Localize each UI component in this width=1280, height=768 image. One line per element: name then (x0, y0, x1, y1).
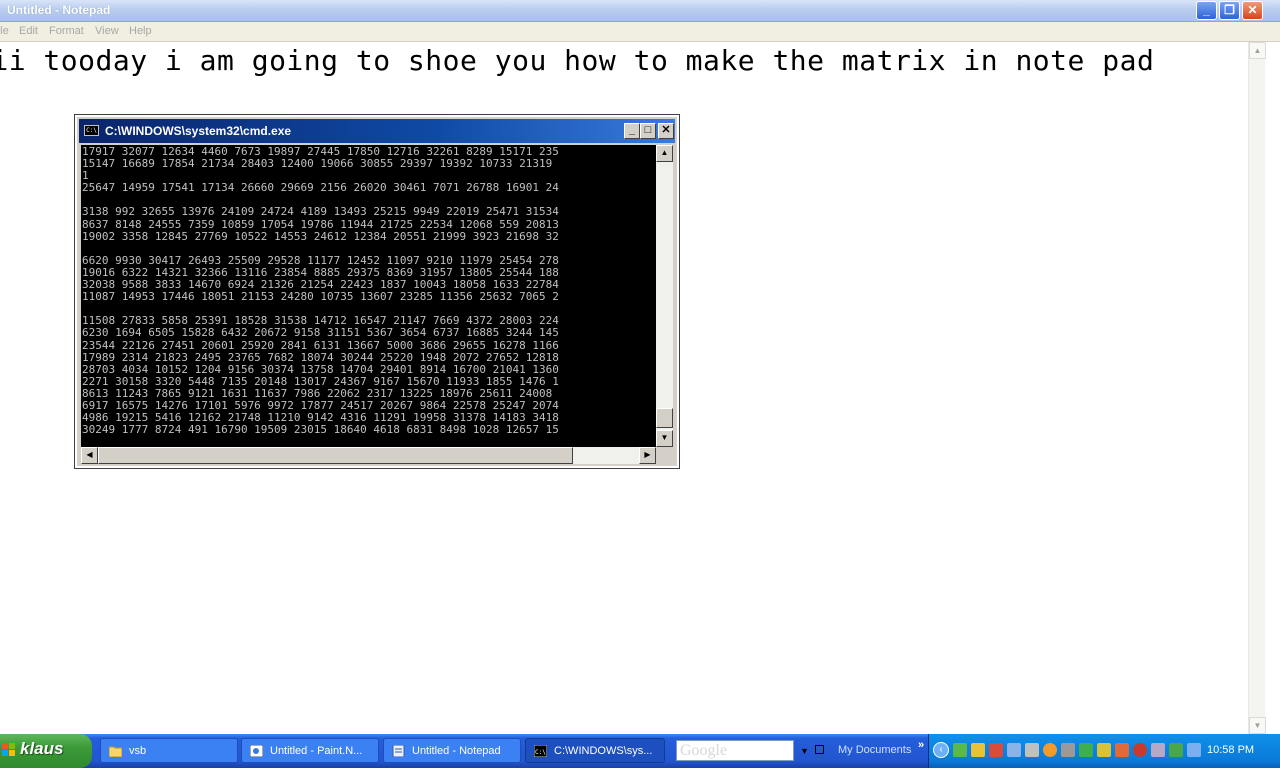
resize-grip-icon[interactable] (656, 447, 673, 464)
console-line: 23544 22126 27451 20601 25920 2841 6131 … (82, 338, 559, 352)
console-line: 6230 1694 6505 15828 6432 20672 9158 311… (82, 326, 559, 340)
cmd-icon: C:\ (534, 745, 547, 757)
console-line: 8637 8148 24555 7359 10859 17054 19786 1… (82, 217, 559, 231)
menu-file[interactable]: File (0, 25, 9, 37)
system-tray: ‹ 10:58 PM (928, 734, 1280, 768)
cmd-console-output[interactable]: 17917 32077 12634 4460 7673 19897 27445 … (81, 145, 656, 447)
show-hidden-icons-icon[interactable]: ‹ (933, 742, 949, 758)
menu-edit[interactable]: Edit (19, 25, 38, 37)
console-line: 19002 3358 12845 27769 10522 14553 24612… (82, 229, 559, 243)
notepad-close-button[interactable]: ✕ (1242, 1, 1263, 20)
chevron-right-icon[interactable]: » (918, 739, 924, 751)
notepad-maximize-button[interactable]: ❐ (1219, 1, 1240, 20)
tray-app-icon[interactable] (1079, 743, 1093, 757)
tray-app-icon[interactable] (1169, 743, 1183, 757)
scroll-thumb[interactable] (656, 408, 673, 428)
cmd-close-button[interactable]: ✕ (658, 123, 674, 139)
taskbar-button-notepad[interactable]: Untitled - Notepad (383, 738, 521, 763)
notepad-titlebar[interactable]: Untitled - Notepad _ ❐ ✕ (0, 0, 1280, 22)
cmd-window: C:\ C:\WINDOWS\system32\cmd.exe _ □ ✕ 17… (74, 114, 680, 469)
taskbar-button-cmd[interactable]: C:\ C:\WINDOWS\sys... (525, 738, 665, 763)
tray-app-icon[interactable] (971, 743, 985, 757)
console-lines: 17917 32077 12634 4460 7673 19897 27445 … (82, 145, 559, 437)
console-line: 11087 14953 17446 18051 21153 24280 1073… (82, 290, 559, 304)
notepad-vertical-scrollbar[interactable]: ▲ ▼ (1248, 42, 1266, 734)
tray-app-icon[interactable] (1043, 743, 1057, 757)
toolbar-restore-icon[interactable] (815, 745, 824, 754)
my-documents-toolbar[interactable]: My Documents (838, 744, 911, 756)
console-line: 17989 2314 21823 2495 23765 7682 18074 3… (82, 350, 559, 364)
clock[interactable]: 10:58 PM (1207, 744, 1254, 756)
tray-app-icon[interactable] (953, 743, 967, 757)
paint-icon (250, 745, 263, 757)
windows-logo-icon (2, 743, 15, 756)
menu-format[interactable]: Format (49, 25, 84, 37)
tray-app-icon[interactable] (1097, 743, 1111, 757)
menu-view[interactable]: View (95, 25, 119, 37)
notepad-minimize-button[interactable]: _ (1196, 1, 1217, 20)
tray-network-icon[interactable] (1007, 743, 1021, 757)
console-line: 25647 14959 17541 17134 26660 29669 2156… (82, 181, 559, 195)
tray-app-icon[interactable] (1151, 743, 1165, 757)
scroll-down-icon[interactable]: ▼ (1249, 717, 1266, 734)
taskbar-button-paint[interactable]: Untitled - Paint.N... (241, 738, 379, 763)
taskbar: klaus vsb Untitled - Paint.N... Untitled… (0, 734, 1280, 768)
tray-app-icon[interactable] (1133, 743, 1147, 757)
scroll-thumb[interactable] (98, 447, 573, 464)
console-line: 28703 4034 10152 1204 9156 30374 13758 1… (82, 362, 559, 376)
taskbar-button-label: C:\WINDOWS\sys... (554, 745, 653, 757)
scroll-right-icon[interactable]: ▶ (639, 447, 656, 464)
scroll-down-icon[interactable]: ▼ (656, 430, 673, 447)
cmd-minimize-button[interactable]: _ (624, 123, 640, 139)
svg-text:C:\: C:\ (535, 749, 546, 756)
scroll-left-icon[interactable]: ◀ (81, 447, 98, 464)
cmd-title: C:\WINDOWS\system32\cmd.exe (105, 124, 292, 138)
tray-app-icon[interactable] (1115, 743, 1129, 757)
cmd-icon: C:\ (84, 125, 99, 136)
folder-icon (109, 746, 122, 757)
dropdown-arrow-icon[interactable]: ▼ (800, 746, 809, 756)
cmd-titlebar[interactable]: C:\ C:\WINDOWS\system32\cmd.exe _ □ ✕ (79, 119, 675, 143)
notepad-content: hii tooday i am going to shoe you how to… (0, 44, 1155, 77)
volume-icon[interactable] (1187, 743, 1201, 757)
notepad-menubar: File Edit Format View Help (0, 22, 1280, 42)
menu-help[interactable]: Help (129, 25, 152, 37)
scroll-up-icon[interactable]: ▲ (656, 145, 673, 162)
taskbar-button-label: vsb (129, 745, 147, 757)
notepad-title: Untitled - Notepad (7, 3, 111, 17)
console-line: 3138 992 32655 13976 24109 24724 4189 13… (82, 205, 559, 219)
cmd-vertical-scrollbar[interactable]: ▲ ▼ (656, 145, 673, 447)
google-search-input[interactable]: Google (676, 740, 794, 761)
start-label: klaus (20, 739, 64, 758)
scroll-up-icon[interactable]: ▲ (1249, 42, 1266, 59)
cmd-maximize-button[interactable]: □ (640, 123, 656, 139)
taskbar-button-label: Untitled - Notepad (412, 745, 501, 757)
tray-app-icon[interactable] (1061, 743, 1075, 757)
console-line: 15147 16689 17854 21734 28403 12400 1906… (82, 157, 553, 171)
cmd-horizontal-scrollbar[interactable]: ◀ ▶ (81, 447, 656, 464)
console-line: 30249 1777 8724 491 16790 19509 23015 18… (82, 423, 559, 437)
notepad-icon (392, 745, 405, 757)
search-placeholder: Google (680, 742, 728, 759)
start-button[interactable]: klaus (0, 734, 92, 768)
tray-app-icon[interactable] (989, 743, 1003, 757)
taskbar-button-label: Untitled - Paint.N... (270, 745, 363, 757)
tray-app-icon[interactable] (1025, 743, 1039, 757)
taskbar-button-vsb[interactable]: vsb (100, 738, 238, 763)
